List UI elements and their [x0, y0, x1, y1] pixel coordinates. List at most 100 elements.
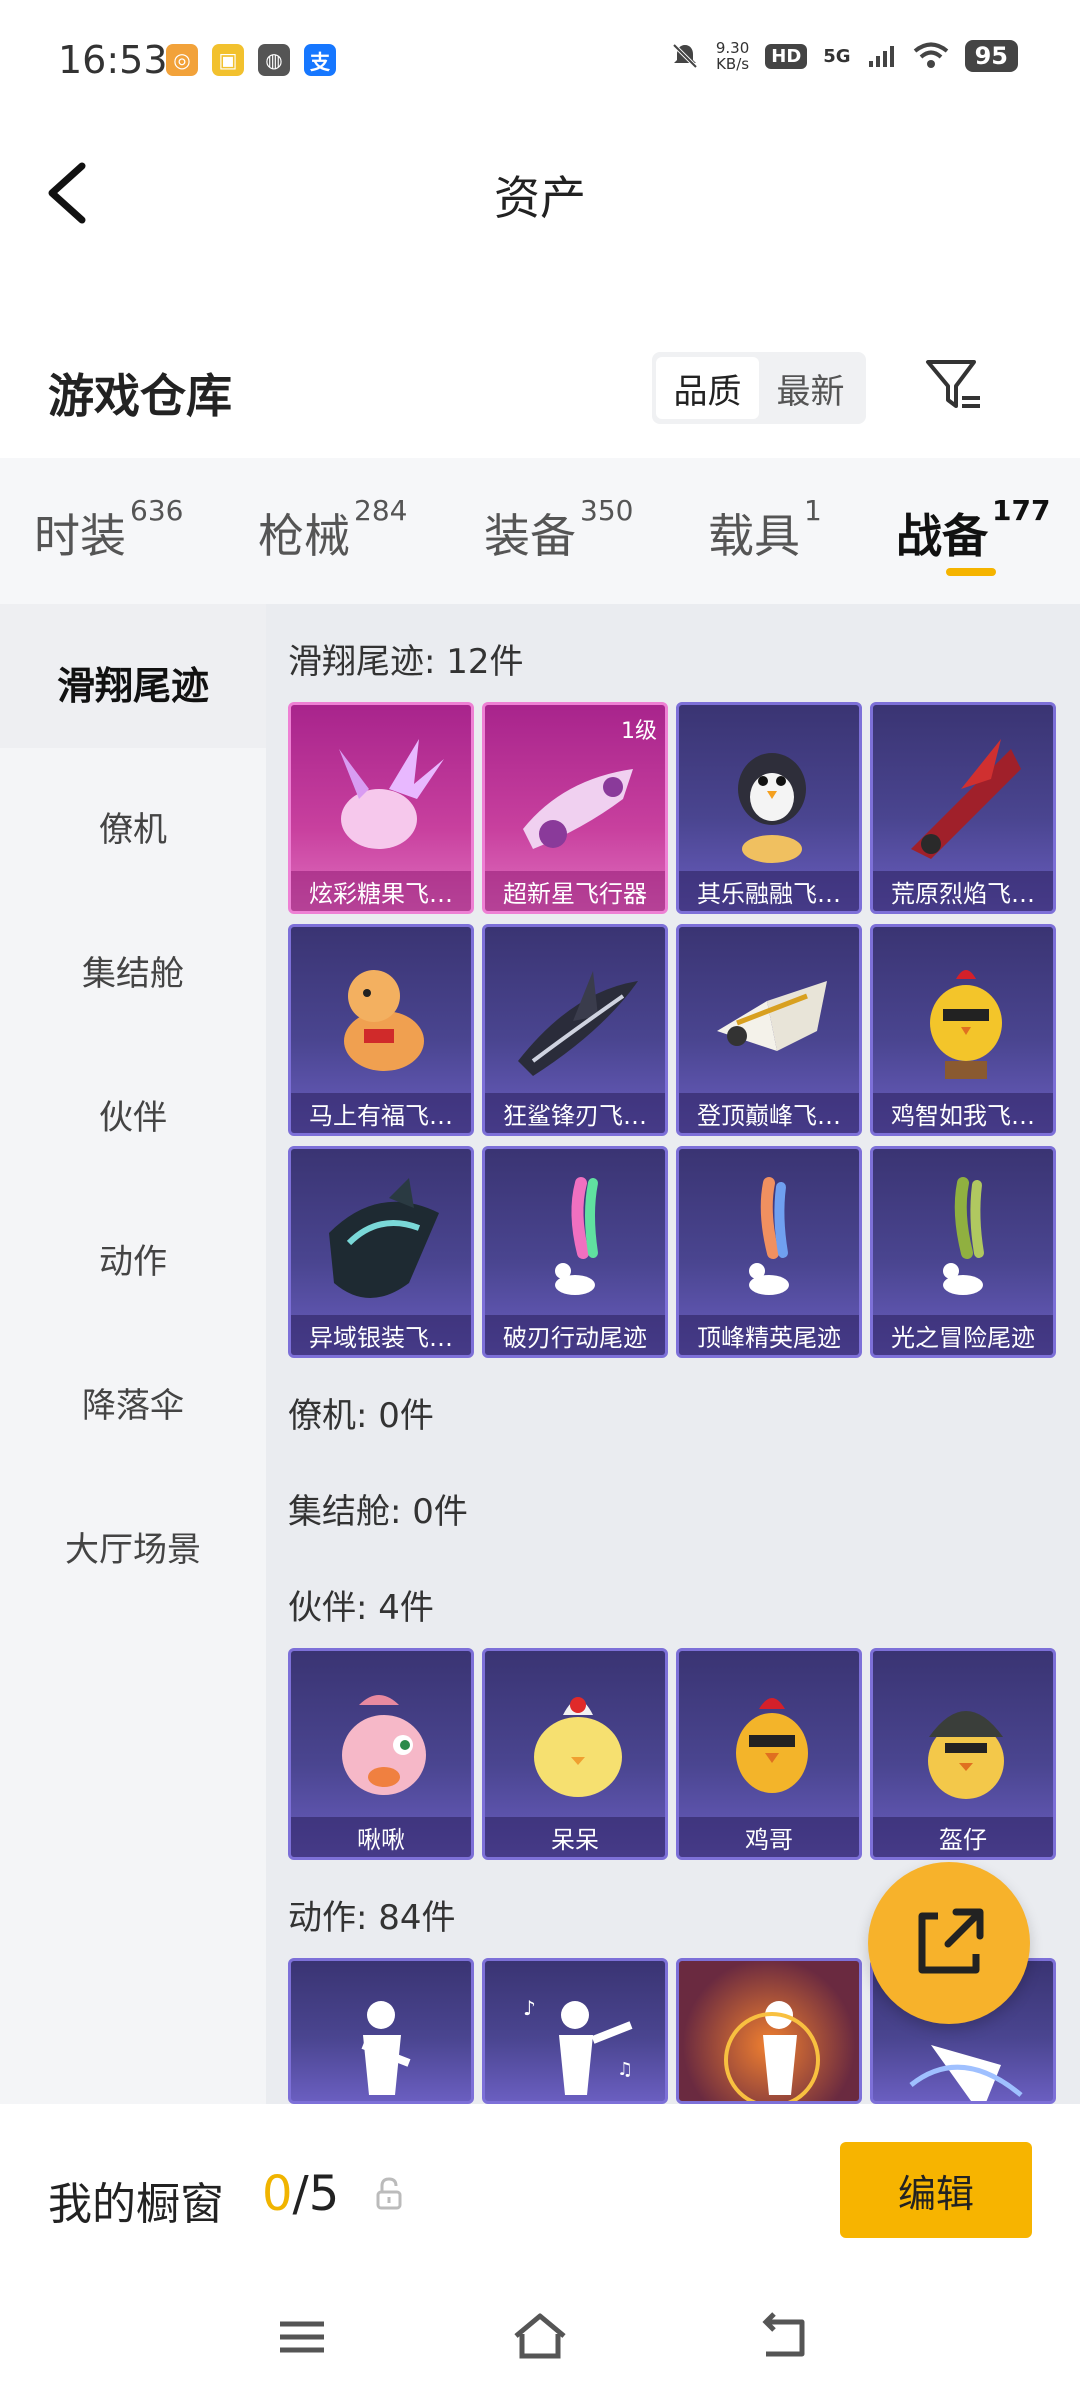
item-label: 马上有福飞… [291, 1093, 471, 1133]
net-speed-unit: KB/s [716, 55, 750, 73]
lock-icon [376, 2177, 402, 2210]
item-label: 异域银装飞… [291, 1315, 471, 1355]
tab-count: 1 [804, 494, 822, 527]
exotic-silver-glider-icon [329, 1178, 439, 1298]
showcase-count: 0/5 [262, 2166, 339, 2222]
item-card[interactable]: 狂鲨锋刃飞… [482, 924, 668, 1136]
svg-text:♪: ♪ [523, 1996, 536, 2020]
item-card[interactable]: 马上有福飞… [288, 924, 474, 1136]
back-nav-icon[interactable] [752, 2310, 812, 2364]
showcase-total: /5 [292, 2166, 340, 2222]
page-title: 资产 [494, 171, 586, 225]
chicken-bro-icon [736, 1698, 808, 1793]
summit-glider-icon [717, 981, 827, 1051]
item-card[interactable]: 异域银装飞… [288, 1146, 474, 1358]
item-card[interactable]: 盔仔 [870, 1648, 1056, 1860]
side-item-wingman[interactable]: 僚机 [0, 802, 266, 851]
tab-count: 284 [354, 494, 408, 527]
tab-battle-gear[interactable]: 战备 177 [896, 494, 1050, 566]
item-card[interactable]: 鸡哥 [676, 1648, 862, 1860]
group-header-action: 动作: 84件 [288, 1898, 456, 1938]
item-label: 盔仔 [873, 1817, 1053, 1857]
sort-quality-option[interactable]: 品质 [656, 357, 759, 419]
net-speed-value: 9.30 [715, 39, 750, 57]
signal-5g-label: 5G [823, 45, 851, 67]
item-label: 鸡哥 [679, 1817, 859, 1857]
item-card[interactable] [676, 1958, 862, 2104]
item-card[interactable]: 啾啾 [288, 1648, 474, 1860]
showcase-current: 0 [262, 2166, 293, 2222]
yellow-chick-icon [534, 1697, 622, 1797]
share-fab-button[interactable] [868, 1862, 1030, 2024]
fire-pose-icon [724, 2001, 820, 2101]
pose-figure-icon [361, 2001, 411, 2095]
item-card[interactable]: ♪ ♫ [482, 1958, 668, 2104]
item-label: 荒原烈焰飞… [873, 871, 1053, 911]
item-label: 破刃行动尾迹 [485, 1315, 665, 1355]
item-card[interactable]: 荒原烈焰飞… [870, 702, 1056, 914]
blade-trail-icon [555, 1177, 598, 1295]
status-time: 16:53 [58, 38, 168, 82]
status-indicators: 9.30 KB/s HD 5G 95 [670, 40, 1018, 72]
tab-label: 装备 [484, 509, 576, 563]
taobao-app-icon: ▣ [212, 44, 244, 76]
item-label: 光之冒险尾迹 [873, 1315, 1053, 1355]
item-card[interactable]: 1级 超新星飞行器 [482, 702, 668, 914]
candy-glider-icon [339, 739, 444, 849]
side-item-parachute[interactable]: 降落伞 [0, 1378, 266, 1427]
item-label: 啾啾 [291, 1817, 471, 1857]
item-card[interactable]: 顶峰精英尾迹 [676, 1146, 862, 1358]
active-tab-indicator [946, 568, 996, 576]
tab-equipment[interactable]: 装备 350 [484, 494, 633, 566]
side-item-rally-pod[interactable]: 集结舱 [0, 946, 266, 995]
item-label: 超新星飞行器 [485, 871, 665, 911]
side-item-lobby-scene[interactable]: 大厅场景 [0, 1522, 266, 1571]
flame-glider-icon [911, 739, 1021, 859]
dance-figure-icon: ♪♫ [523, 1996, 633, 2095]
menu-nav-icon[interactable] [272, 2310, 332, 2364]
svg-text:♫: ♫ [617, 2059, 633, 2080]
item-label: 鸡智如我飞… [873, 1093, 1053, 1133]
tab-vehicles[interactable]: 载具 1 [708, 494, 822, 566]
item-card[interactable]: 鸡智如我飞… [870, 924, 1056, 1136]
wifi-icon [913, 42, 948, 68]
item-level-badge: 1级 [621, 719, 657, 744]
item-card[interactable] [288, 1958, 474, 2104]
sort-toggle: 品质 最新 [652, 352, 866, 424]
side-item-partner[interactable]: 伙伴 [0, 1090, 266, 1139]
status-app-icons: ◎ ▣ ◍ 支 [166, 44, 336, 76]
item-label: 顶峰精英尾迹 [679, 1315, 859, 1355]
item-card[interactable]: 破刃行动尾迹 [482, 1146, 668, 1358]
item-card[interactable]: 光之冒险尾迹 [870, 1146, 1056, 1358]
item-label: 狂鲨锋刃飞… [485, 1093, 665, 1133]
tab-guns[interactable]: 枪械 284 [258, 494, 407, 566]
share-external-icon [918, 1908, 984, 1974]
coin-app-icon: ◎ [166, 44, 198, 76]
pink-bird-icon [342, 1695, 426, 1795]
helmet-chick-icon [928, 1711, 1004, 1799]
item-label: 其乐融融飞… [679, 871, 859, 911]
filter-icon[interactable] [922, 354, 986, 418]
item-label: 炫彩糖果飞… [291, 871, 471, 911]
tab-fashion[interactable]: 时装 636 [34, 494, 183, 566]
penguin-glider-icon [738, 753, 806, 863]
item-label: 呆呆 [485, 1817, 665, 1857]
group-header-rally-pod: 集结舱: 0件 [288, 1492, 468, 1532]
supernova-aircraft-icon [523, 769, 633, 849]
item-card[interactable]: 炫彩糖果飞… [288, 702, 474, 914]
item-card[interactable]: 其乐融融飞… [676, 702, 862, 914]
edit-button[interactable]: 编辑 [840, 2142, 1032, 2238]
mute-bell-icon [672, 43, 698, 69]
home-nav-icon[interactable] [510, 2310, 570, 2364]
item-card[interactable]: 登顶巅峰飞… [676, 924, 862, 1136]
item-label: 登顶巅峰飞… [679, 1093, 859, 1133]
adventure-trail-icon [943, 1177, 984, 1295]
tab-label: 载具 [708, 509, 800, 563]
chicken-glider-icon [930, 970, 1002, 1079]
tab-count: 636 [130, 494, 184, 527]
net-speed: 9.30 KB/s [716, 40, 749, 72]
side-item-glide-trail[interactable]: 滑翔尾迹 [0, 655, 266, 710]
side-item-action[interactable]: 动作 [0, 1234, 266, 1283]
item-card[interactable]: 呆呆 [482, 1648, 668, 1860]
sort-newest-option[interactable]: 最新 [759, 357, 862, 419]
